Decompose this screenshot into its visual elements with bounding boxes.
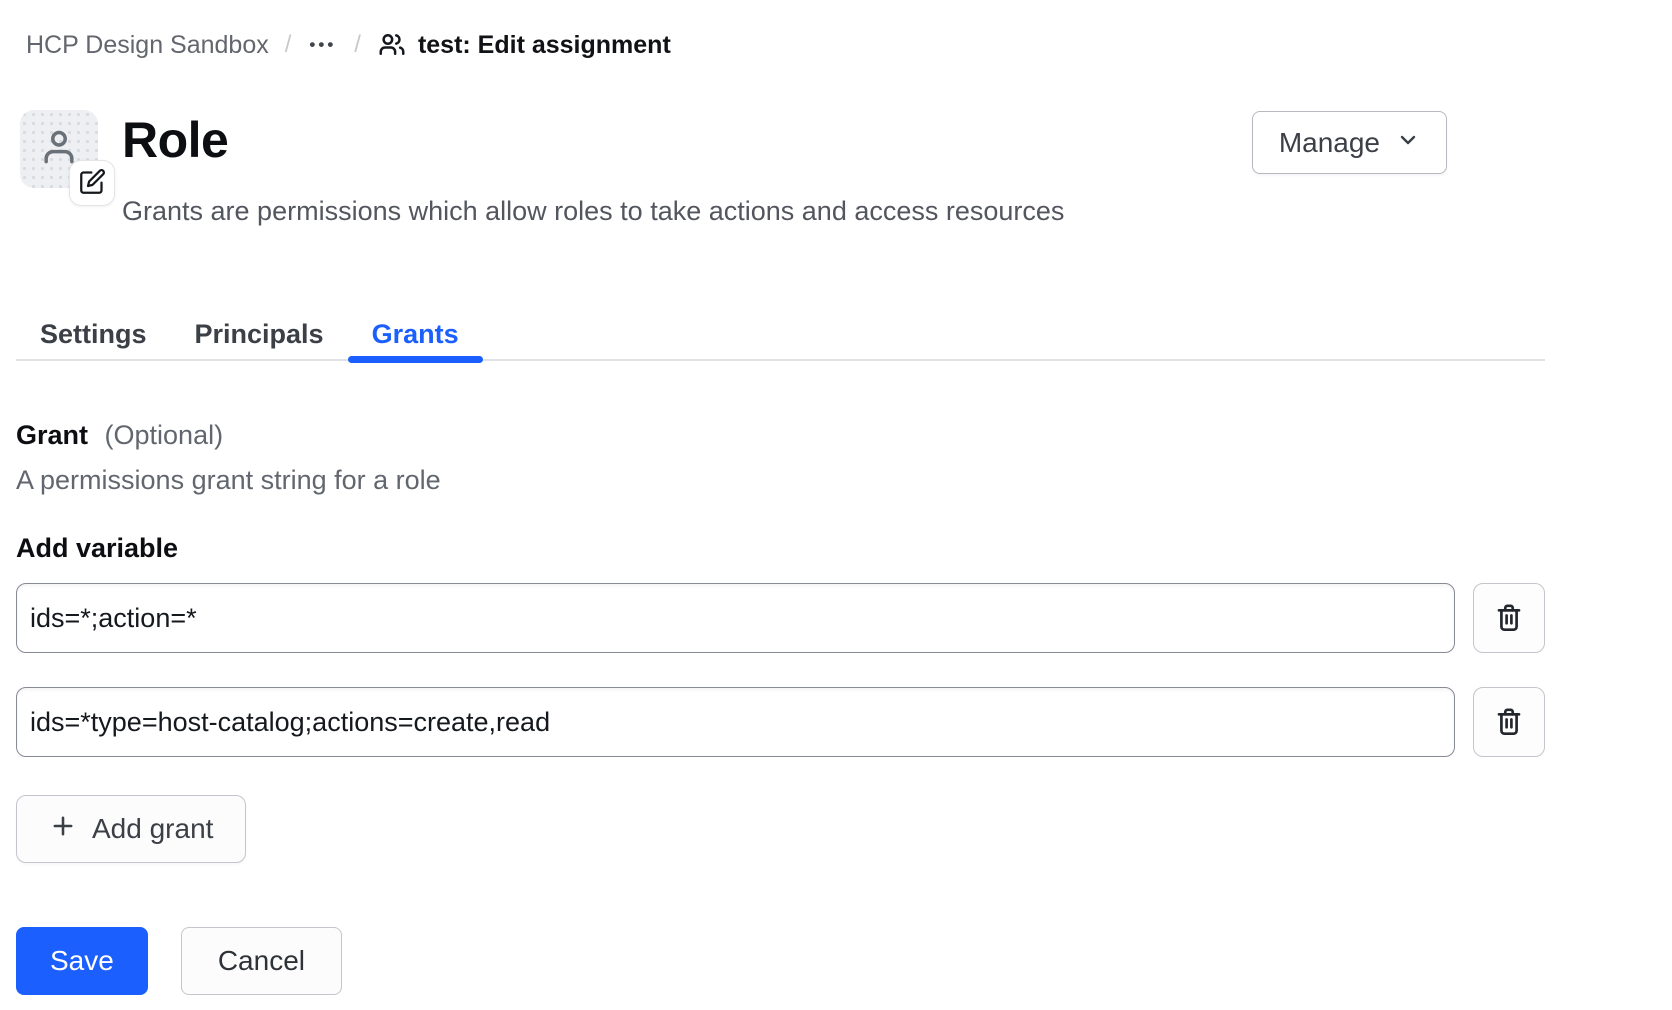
role-avatar-wrap [20, 110, 98, 188]
header-main: Role Grants are permissions which allow … [122, 110, 1252, 226]
page: HCP Design Sandbox / ••• / test: Edit as… [0, 0, 1545, 995]
add-variable-heading: Add variable [16, 533, 1545, 563]
edit-icon [79, 168, 106, 198]
tab-bar: Settings Principals Grants [16, 320, 1545, 361]
tab-settings[interactable]: Settings [16, 320, 171, 359]
grant-string-input-2[interactable] [16, 687, 1455, 757]
manage-button-label: Manage [1279, 127, 1380, 159]
delete-grant-button-2[interactable] [1473, 687, 1545, 757]
breadcrumb-current: test: Edit assignment [377, 30, 671, 60]
trash-icon [1493, 601, 1525, 636]
chevron-down-icon [1396, 127, 1420, 159]
add-grant-button[interactable]: Add grant [16, 795, 246, 863]
grant-label-row: Grant (Optional) [16, 420, 1545, 450]
grant-label: Grant [16, 420, 88, 450]
trash-icon [1493, 705, 1525, 740]
breadcrumb-separator: / [285, 31, 292, 59]
grant-help-text: A permissions grant string for a role [16, 465, 1545, 495]
tab-grants[interactable]: Grants [348, 320, 483, 359]
plus-icon [49, 812, 77, 847]
grant-row [16, 687, 1545, 757]
breadcrumb-separator: / [354, 31, 361, 59]
form-actions: Save Cancel [16, 927, 1545, 995]
breadcrumb-current-label: test: Edit assignment [418, 31, 671, 60]
edit-avatar-button[interactable] [69, 160, 115, 206]
grant-row [16, 583, 1545, 653]
manage-button[interactable]: Manage [1252, 111, 1447, 174]
save-button[interactable]: Save [16, 927, 148, 995]
add-grant-button-label: Add grant [92, 813, 213, 845]
breadcrumb-root-link[interactable]: HCP Design Sandbox [26, 31, 269, 60]
page-description: Grants are permissions which allow roles… [122, 196, 1252, 226]
tab-principals[interactable]: Principals [171, 320, 348, 359]
breadcrumb-collapsed-menu[interactable]: ••• [307, 35, 338, 55]
page-header: Role Grants are permissions which allow … [16, 110, 1545, 226]
grants-panel: Grant (Optional) A permissions grant str… [16, 420, 1545, 995]
grant-optional-label: (Optional) [105, 420, 224, 450]
users-icon [377, 30, 407, 60]
page-title: Role [122, 110, 1252, 170]
cancel-button[interactable]: Cancel [181, 927, 342, 995]
grant-string-input-1[interactable] [16, 583, 1455, 653]
delete-grant-button-1[interactable] [1473, 583, 1545, 653]
breadcrumb: HCP Design Sandbox / ••• / test: Edit as… [26, 26, 1545, 64]
